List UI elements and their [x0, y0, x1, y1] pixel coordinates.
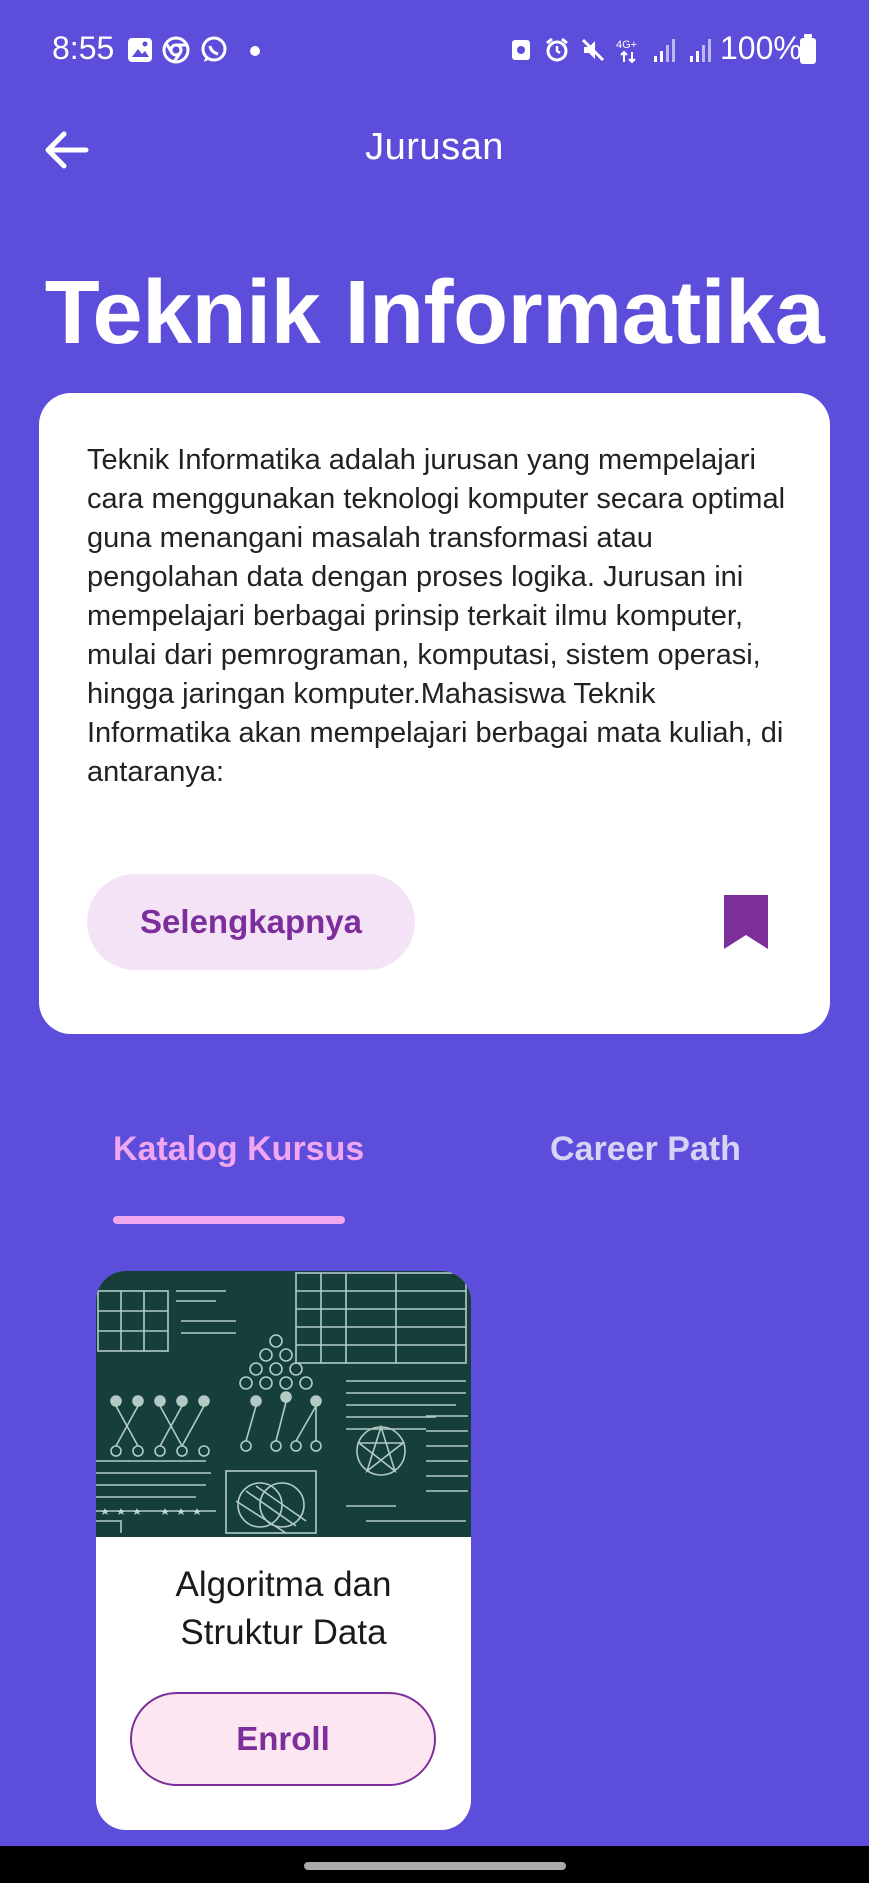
- whatsapp-icon: [201, 36, 227, 62]
- course-image: [96, 1271, 471, 1537]
- tab-indicator: [113, 1216, 345, 1224]
- status-time: 8:55: [52, 30, 115, 66]
- network-4g-icon: 4G+: [616, 39, 637, 64]
- major-description: Teknik Informatika adalah jurusan yang m…: [87, 444, 786, 788]
- alarm-icon: [546, 37, 568, 62]
- battery-icon: [800, 34, 816, 64]
- bookmark-icon[interactable]: [724, 895, 768, 949]
- screen-rotate-icon: [512, 40, 530, 60]
- status-bar: 8:55 4G+ 100%: [0, 0, 869, 100]
- app-bar: Jurusan: [0, 100, 869, 200]
- read-more-button[interactable]: Selengkapnya: [87, 874, 415, 970]
- course-title-line: Algoritma dan: [175, 1565, 392, 1604]
- signal-icon: [690, 39, 711, 62]
- course-title-line: Struktur Data: [180, 1613, 387, 1652]
- tab-bar: Katalog Kursus Career Path: [0, 1130, 869, 1226]
- tab-katalog-kursus[interactable]: Katalog Kursus: [113, 1130, 364, 1169]
- major-title: Teknik Informatika: [44, 263, 825, 363]
- enroll-button[interactable]: Enroll: [130, 1692, 436, 1786]
- chrome-icon: [162, 36, 190, 64]
- mute-icon: [581, 38, 605, 62]
- battery-percent: 100%: [720, 30, 802, 66]
- home-gesture-handle[interactable]: [304, 1862, 566, 1870]
- page-title: Jurusan: [365, 126, 504, 168]
- major-description-card: Teknik Informatika adalah jurusan yang m…: [39, 393, 830, 1034]
- system-nav-bar: [0, 1846, 869, 1883]
- svg-text:4G+: 4G+: [616, 39, 637, 51]
- tab-career-path[interactable]: Career Path: [550, 1130, 741, 1169]
- course-title: Algoritma dan Struktur Data: [96, 1561, 471, 1657]
- signal-icon: [654, 39, 675, 62]
- gallery-icon: [128, 38, 152, 62]
- status-right-icons: 4G+: [508, 36, 714, 64]
- course-card[interactable]: Algoritma dan Struktur Data Enroll: [96, 1271, 471, 1830]
- notification-dot: [250, 46, 260, 56]
